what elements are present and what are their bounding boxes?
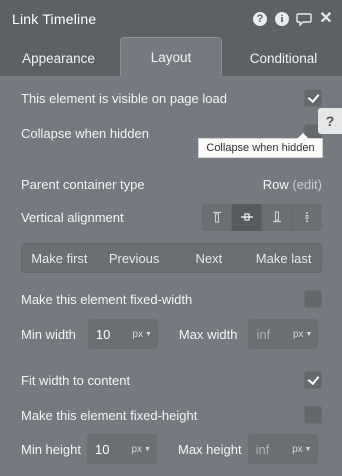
chevron-down-icon[interactable]: ▼	[144, 446, 151, 453]
fit-width-row: Fit width to content	[21, 369, 322, 391]
make-first-button[interactable]: Make first	[22, 244, 97, 272]
panel-title: Link Timeline	[12, 10, 97, 27]
chevron-down-icon[interactable]: ▼	[305, 446, 312, 453]
width-row: Min width 10 px ▼ Max width inf px ▼	[21, 319, 322, 349]
height-row: Min height 10 px ▼ Max height inf px ▼	[21, 434, 322, 464]
comment-icon[interactable]	[296, 11, 312, 27]
tab-appearance[interactable]: Appearance	[0, 40, 117, 76]
fixed-width-checkbox[interactable]	[304, 290, 322, 308]
visible-on-load-row: This element is visible on page load	[21, 87, 322, 109]
vertical-alignment-label: Vertical alignment	[21, 209, 124, 225]
close-icon[interactable]: ✕	[318, 10, 334, 27]
header-icons: ? i ✕	[252, 10, 334, 27]
tab-bar: Appearance Layout Conditional	[0, 37, 342, 77]
tab-conditional[interactable]: Conditional	[225, 40, 342, 76]
info-icon[interactable]: i	[274, 11, 290, 27]
fixed-height-label: Make this element fixed-height	[21, 407, 198, 423]
align-bottom-icon[interactable]	[262, 203, 292, 231]
next-button[interactable]: Next	[172, 244, 247, 272]
min-width-unit[interactable]: px	[132, 329, 143, 340]
fixed-width-label: Make this element fixed-width	[21, 291, 193, 307]
vertical-alignment-row: Vertical alignment	[21, 202, 322, 232]
chevron-down-icon[interactable]: ▼	[145, 331, 152, 338]
parent-container-row: Parent container type Row (edit)	[21, 173, 322, 195]
element-order-bar: Make first Previous Next Make last	[21, 243, 322, 273]
parent-container-type: Row	[262, 176, 289, 192]
align-stretch-icon[interactable]	[292, 203, 322, 231]
max-width-unit[interactable]: px	[293, 329, 304, 340]
tab-layout[interactable]: Layout	[120, 37, 222, 76]
max-height-label: Max height	[177, 441, 242, 457]
make-last-button[interactable]: Make last	[246, 244, 321, 272]
parent-container-label: Parent container type	[21, 176, 145, 192]
min-height-value: 10	[94, 441, 110, 457]
max-width-placeholder: inf	[256, 326, 271, 342]
max-width-field[interactable]: inf px ▼	[248, 319, 319, 349]
min-width-label: Min width	[21, 326, 76, 342]
help-button[interactable]: ?	[318, 108, 342, 134]
property-editor-panel: Link Timeline ? i ✕ Appearance Layout Co…	[0, 0, 342, 476]
max-width-label: Max width	[178, 326, 238, 342]
min-height-unit[interactable]: px	[131, 444, 142, 455]
max-height-field[interactable]: inf px ▼	[247, 434, 318, 464]
max-height-unit[interactable]: px	[292, 444, 303, 455]
align-center-icon[interactable]	[232, 203, 262, 231]
parent-container-edit-link[interactable]: (edit)	[292, 177, 322, 192]
panel-header: Link Timeline ? i ✕	[0, 0, 342, 37]
min-height-label: Min height	[21, 441, 81, 457]
min-height-field[interactable]: 10 px ▼	[86, 434, 157, 464]
fixed-height-checkbox[interactable]	[304, 406, 322, 424]
align-top-icon[interactable]	[202, 203, 232, 231]
layout-tab-body: This element is visible on page load Col…	[0, 77, 342, 476]
help-icon[interactable]: ?	[252, 11, 268, 27]
min-width-field[interactable]: 10 px ▼	[87, 319, 158, 349]
visible-on-load-label: This element is visible on page load	[21, 90, 227, 106]
parent-container-value: Row (edit)	[263, 177, 322, 192]
fixed-height-row: Make this element fixed-height	[21, 404, 322, 426]
tooltip: Collapse when hidden	[198, 133, 323, 158]
vertical-alignment-group	[202, 203, 322, 231]
visible-on-load-checkbox[interactable]	[304, 89, 322, 107]
previous-button[interactable]: Previous	[97, 244, 172, 272]
fixed-width-row: Make this element fixed-width	[21, 288, 322, 310]
chevron-down-icon[interactable]: ▼	[306, 331, 313, 338]
fit-width-label: Fit width to content	[21, 372, 131, 388]
min-width-value: 10	[95, 326, 111, 342]
fit-width-checkbox[interactable]	[304, 371, 322, 389]
max-height-placeholder: inf	[255, 441, 270, 457]
